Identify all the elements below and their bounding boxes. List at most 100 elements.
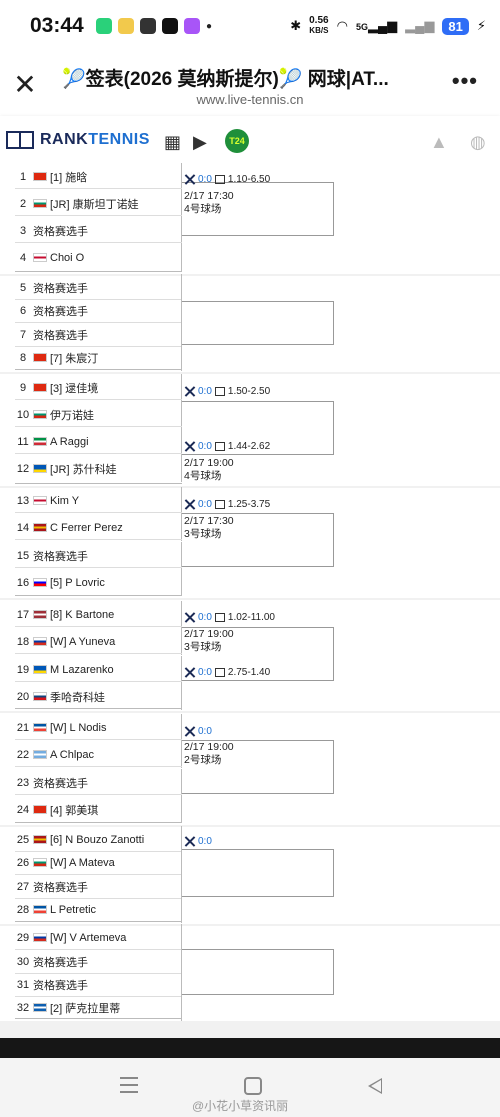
chart-icon — [214, 387, 225, 396]
player-row[interactable]: 17 [8] K Bartone — [15, 601, 182, 628]
player-name[interactable]: 资格赛选手 — [33, 303, 88, 319]
flag-icon — [33, 723, 47, 732]
player-row[interactable]: 20 季哈奇科娃 — [15, 683, 182, 710]
player-row[interactable]: 4 Choi O — [15, 244, 182, 271]
player-name[interactable]: 伊万诺娃 — [50, 407, 94, 423]
player-name[interactable]: [8] K Bartone — [50, 609, 114, 621]
match-odds[interactable]: 0:0 2.75-1.40 — [184, 667, 270, 678]
match-odds[interactable]: 0:0 1.50-2.50 — [184, 386, 270, 397]
flag-icon — [33, 805, 47, 814]
player-name[interactable]: [5] P Lovric — [50, 577, 105, 589]
draw-position: 5 — [19, 281, 27, 294]
draw-position: 10 — [16, 408, 30, 421]
player-name[interactable]: M Lazarenko — [50, 664, 114, 676]
player-name[interactable]: 资格赛选手 — [33, 548, 88, 564]
player-name[interactable]: 资格赛选手 — [33, 327, 88, 343]
match-odds[interactable]: 0:0 — [184, 726, 212, 737]
player-name[interactable]: [W] V Artemeva — [50, 932, 126, 944]
player-row[interactable]: 12 [JR] 苏什科娃 — [15, 455, 182, 482]
match-odds[interactable]: 0:0 — [184, 836, 212, 847]
player-name[interactable]: [3] 逯佳境 — [50, 380, 98, 396]
row-divider — [15, 739, 182, 740]
swords-icon — [184, 499, 195, 510]
draw-position: 2 — [19, 197, 27, 210]
match-odds[interactable]: 0:0 1.02-11.00 — [184, 612, 275, 623]
battery-indicator: 81 — [442, 17, 469, 35]
player-row[interactable]: 21 [W] L Nodis — [15, 714, 182, 741]
draw-position: 8 — [19, 351, 27, 364]
player-name[interactable]: 资格赛选手 — [33, 280, 88, 296]
player-name[interactable]: [4] 郭美琪 — [50, 802, 98, 818]
player-row[interactable]: 6 资格赛选手 — [15, 297, 182, 324]
player-row[interactable]: 8 [7] 朱宸汀 — [15, 344, 182, 371]
player-row[interactable]: 32 [2] 萨克拉里蒂 — [15, 994, 182, 1021]
match-schedule: 2/17 19:00 3号球场 — [184, 628, 234, 654]
flag-icon — [33, 750, 47, 759]
player-row[interactable]: 26 [W] A Mateva — [15, 849, 182, 876]
player-name[interactable]: [JR] 康斯坦丁诺娃 — [50, 196, 139, 212]
grid-icon[interactable]: ▦ — [164, 132, 181, 153]
player-name[interactable]: L Petretic — [50, 904, 96, 916]
player-row[interactable]: 29 [W] V Artemeva — [15, 924, 182, 951]
video-icon[interactable]: ▶ — [193, 132, 207, 153]
player-name[interactable]: 资格赛选手 — [33, 775, 88, 791]
more-options-icon[interactable]: ••• — [452, 68, 478, 94]
player-name[interactable]: C Ferrer Perez — [50, 522, 123, 534]
shirt-icon[interactable]: ▲ — [430, 132, 448, 153]
row-divider — [15, 567, 182, 568]
player-name[interactable]: [W] A Yuneva — [50, 636, 115, 648]
player-row[interactable]: 2 [JR] 康斯坦丁诺娃 — [15, 190, 182, 217]
player-name[interactable]: [2] 萨克拉里蒂 — [50, 1000, 120, 1016]
recent-apps-icon[interactable] — [120, 1077, 138, 1093]
player-name[interactable]: 季哈奇科娃 — [50, 689, 105, 705]
home-icon[interactable] — [244, 1077, 262, 1095]
player-name[interactable]: 资格赛选手 — [33, 879, 88, 895]
player-row[interactable]: 3 资格赛选手 — [15, 217, 182, 244]
player-name[interactable]: A Chlpac — [50, 749, 94, 761]
player-name[interactable]: [JR] 苏什科娃 — [50, 461, 117, 477]
ranktennis-logo[interactable]: RANKTENNIS — [6, 131, 150, 149]
player-row[interactable]: 14 C Ferrer Perez — [15, 514, 182, 541]
draw-position: 3 — [19, 224, 27, 237]
match-bracket — [182, 301, 334, 345]
player-row[interactable]: 1 [1] 施晗 — [15, 163, 182, 190]
match-odds[interactable]: 0:0 1.44-2.62 — [184, 441, 270, 452]
player-name[interactable]: [6] N Bouzo Zanotti — [50, 834, 144, 846]
player-row[interactable]: 11 A Raggi — [15, 428, 182, 455]
player-name[interactable]: [W] A Mateva — [50, 857, 115, 869]
match-odds[interactable]: 0:0 1.10-6.50 — [184, 174, 270, 185]
player-row[interactable]: 10 伊万诺娃 — [15, 401, 182, 428]
player-row[interactable]: 9 [3] 逯佳境 — [15, 374, 182, 401]
draw-position: 12 — [16, 462, 30, 475]
player-row[interactable]: 28 L Petretic — [15, 896, 182, 923]
player-row[interactable]: 15 资格赛选手 — [15, 542, 182, 569]
player-name[interactable]: 资格赛选手 — [33, 977, 88, 993]
player-row[interactable]: 13 Kim Y — [15, 487, 182, 514]
row-divider — [15, 215, 182, 216]
match-score: 0:0 — [198, 441, 212, 452]
globe-icon[interactable]: ◍ — [470, 132, 486, 153]
match-odds[interactable]: 0:0 1.25-3.75 — [184, 499, 270, 510]
row-divider — [15, 426, 182, 427]
match-schedule: 2/17 17:30 3号球场 — [184, 515, 234, 541]
logo-suffix: TENNIS — [88, 131, 150, 148]
player-name[interactable]: Choi O — [50, 252, 84, 264]
player-name[interactable]: 资格赛选手 — [33, 223, 88, 239]
t24-icon[interactable]: T24 — [225, 129, 249, 153]
player-name[interactable]: [W] L Nodis — [50, 722, 106, 734]
player-name[interactable]: [7] 朱宸汀 — [50, 350, 98, 366]
player-row[interactable]: 23 资格赛选手 — [15, 769, 182, 796]
back-icon[interactable] — [368, 1078, 382, 1094]
player-row[interactable]: 24 [4] 郭美琪 — [15, 796, 182, 823]
player-row[interactable]: 19 M Lazarenko — [15, 656, 182, 683]
player-row[interactable]: 18 [W] A Yuneva — [15, 628, 182, 655]
player-row[interactable]: 22 A Chlpac — [15, 741, 182, 768]
section-divider — [15, 483, 182, 484]
player-name[interactable]: 资格赛选手 — [33, 954, 88, 970]
match-score: 0:0 — [198, 726, 212, 737]
player-name[interactable]: Kim Y — [50, 495, 79, 507]
player-name[interactable]: [1] 施晗 — [50, 169, 87, 185]
player-row[interactable]: 16 [5] P Lovric — [15, 569, 182, 596]
player-name[interactable]: A Raggi — [50, 436, 89, 448]
match-time: 2/17 19:00 — [184, 457, 234, 469]
